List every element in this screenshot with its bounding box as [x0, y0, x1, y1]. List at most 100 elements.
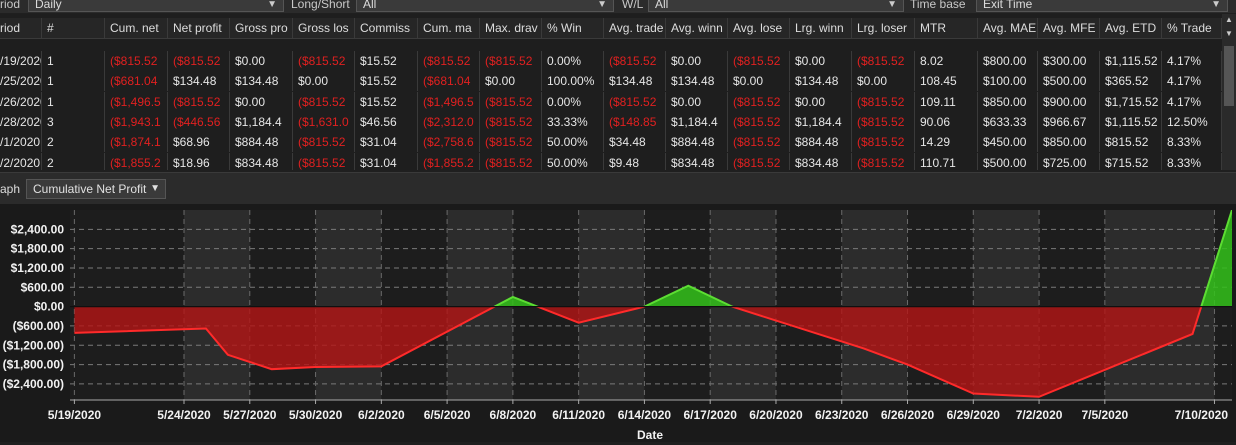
y-tick-label: ($1,200.00) [3, 338, 64, 352]
table-cell: $0.00 [480, 71, 542, 92]
x-tick-label: 6/8/2020 [490, 408, 537, 422]
filter-select[interactable]: All ▼ [356, 0, 614, 12]
table-cell: $134.48 [168, 71, 230, 92]
table-cell: $1,184.4 [666, 111, 728, 132]
filter-select[interactable]: Exit Time ▼ [976, 0, 1228, 12]
filter-value: All [363, 0, 377, 11]
table-cell: 108.45 [915, 71, 978, 92]
table-cell: $46.56 [355, 111, 418, 132]
alternate-band [184, 210, 250, 400]
filter-label: Time base [910, 0, 966, 11]
x-tick-label: 6/14/2020 [618, 408, 672, 422]
table-cell: 2 [42, 132, 105, 153]
table-row[interactable]: /25/20201($681.04$134.48$134.48$0.00$15.… [0, 71, 1222, 92]
chevron-down-icon: ▼ [150, 183, 160, 194]
filter-value: Daily [35, 0, 62, 11]
table-cell: $800.00 [978, 51, 1038, 71]
table-cell: ($815.52 [728, 111, 790, 132]
scroll-thumb[interactable] [1224, 46, 1234, 106]
table-cell: $100.00 [978, 71, 1038, 92]
table-cell: /1/2020 [0, 132, 42, 153]
filter-value: All [655, 0, 669, 11]
scroll-up-icon[interactable]: ▲ [1222, 14, 1236, 26]
table-cell: $134.48 [230, 71, 293, 92]
filter-select[interactable]: All ▼ [648, 0, 904, 12]
table-cell: ($681.04 [418, 71, 480, 92]
column-header[interactable]: Avg. winn [666, 18, 728, 38]
table-cell: ($815.52 [852, 91, 915, 112]
table-cell: $0.00 [230, 91, 293, 112]
column-header[interactable]: Gross los [293, 18, 355, 38]
x-tick-label: 6/11/2020 [552, 408, 605, 422]
table-cell: $134.48 [666, 71, 728, 92]
column-header[interactable]: MTR [915, 18, 978, 38]
column-header[interactable]: Net profit [168, 18, 230, 38]
table-cell: ($815.52 [418, 51, 480, 71]
chart-area: $2,400.00 $1,800.00 $1,200.00 $600.00 $0.00 (… [0, 204, 1236, 442]
table-cell: $834.48 [666, 152, 728, 170]
table-cell: $1,184.4 [790, 111, 852, 132]
y-tick-label: $600.00 [21, 280, 65, 294]
table-scrollbar[interactable]: ▲ ▼ [1222, 14, 1236, 170]
table-cell: $0.00 [790, 91, 852, 112]
table-cell: ($815.52 [480, 91, 542, 112]
table-cell: 8.33% [1162, 152, 1222, 170]
table-row[interactable]: /28/20203($1,943.1($446.56$1,184.4($1,63… [0, 111, 1222, 132]
table-cell: 3 [42, 111, 105, 132]
column-header[interactable]: Max. drav [480, 18, 542, 38]
table-cell: 2 [42, 152, 105, 170]
table-cell: ($1,631.0 [293, 111, 355, 132]
alternate-band [1104, 210, 1215, 400]
y-tick-label: ($2,400.00) [3, 377, 64, 391]
scroll-down-icon[interactable]: ▼ [1222, 28, 1236, 40]
table-cell: $834.48 [230, 152, 293, 170]
table-cell: ($1,855.2 [418, 152, 480, 170]
column-header[interactable]: Avg. ETD [1100, 18, 1162, 38]
graph-type-value: Cumulative Net Profit [33, 182, 147, 196]
x-tick-label: 6/29/2020 [947, 408, 1001, 422]
table-cell: $834.48 [790, 152, 852, 170]
chevron-down-icon: ▼ [1211, 0, 1221, 10]
column-header[interactable]: % Trade [1162, 18, 1222, 38]
table-cell: ($1,943.1 [105, 111, 168, 132]
column-header[interactable]: Avg. MFE [1038, 18, 1100, 38]
column-header[interactable]: Commiss [355, 18, 418, 38]
table-cell: $0.00 [666, 91, 728, 112]
column-header[interactable]: % Win [542, 18, 604, 38]
column-header[interactable]: Avg. MAE [978, 18, 1038, 38]
column-header[interactable]: Avg. lose [728, 18, 790, 38]
table-cell: 100.00% [542, 71, 604, 92]
x-tick-label: 6/20/2020 [749, 408, 803, 422]
table-row[interactable]: /26/20201($1,496.5($815.52$0.00($815.52$… [0, 91, 1222, 112]
table-cell: $31.04 [355, 132, 418, 153]
x-tick-label: 5/19/2020 [48, 408, 102, 422]
table-cell: $1,115.52 [1100, 111, 1162, 132]
table-cell: $725.00 [1038, 152, 1100, 170]
table-row[interactable]: /2/2020 2 ($1,855.2 $18.96 $834.48 ($815.52 $3… [0, 152, 1222, 170]
column-header[interactable]: Lrg. winn [790, 18, 852, 38]
column-header[interactable]: # [42, 18, 105, 38]
filter-bar: riod Daily ▼ Long/Short All ▼ W/L All ▼ Time base… [0, 0, 1236, 13]
graph-type-select[interactable]: Cumulative Net Profit ▼ [26, 179, 166, 199]
table-cell: 1 [42, 91, 105, 112]
table-cell: 4.17% [1162, 91, 1222, 112]
filter-select[interactable]: Daily ▼ [28, 0, 284, 12]
table-cell: 12.50% [1162, 111, 1222, 132]
column-header[interactable]: Cum. net [105, 18, 168, 38]
table-cell: 109.11 [915, 91, 978, 112]
table-cell: 4.17% [1162, 51, 1222, 71]
table-cell: $633.33 [978, 111, 1038, 132]
table-cell: $850.00 [1038, 132, 1100, 153]
column-header[interactable]: riod [0, 18, 42, 38]
table-cell: 33.33% [542, 111, 604, 132]
column-header[interactable]: Gross pro [230, 18, 293, 38]
table-row[interactable]: /1/2020 2 ($1,874.1 $68.96 $884.48 ($815.52 $3… [0, 132, 1222, 153]
table-cell: ($815.52 [604, 91, 666, 112]
column-header[interactable]: Avg. trade [604, 18, 666, 38]
table-row[interactable]: /19/20201($815.52($815.52$0.00($815.52$1… [0, 51, 1222, 71]
chevron-down-icon: ▼ [267, 0, 277, 10]
x-tick-label: 6/26/2020 [881, 408, 935, 422]
column-header[interactable]: Lrg. loser [852, 18, 915, 38]
column-header[interactable]: Cum. ma [418, 18, 480, 38]
table-cell: 8.02 [915, 51, 978, 71]
